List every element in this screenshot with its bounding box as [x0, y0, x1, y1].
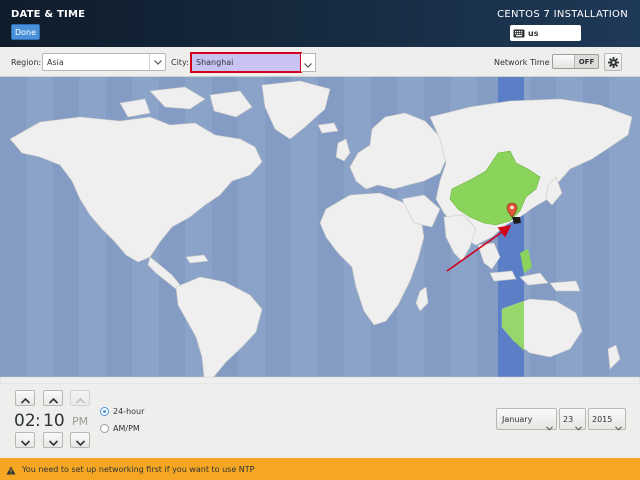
chevron-down-icon	[575, 416, 582, 435]
keyboard-layout-label: us	[528, 28, 539, 38]
chevron-down-icon	[48, 431, 58, 450]
warning-icon	[6, 460, 16, 479]
done-button[interactable]: Done	[11, 24, 40, 40]
chevron-up-icon	[75, 389, 85, 408]
timezone-map[interactable]	[0, 77, 640, 384]
keyboard-icon	[513, 29, 525, 38]
network-time-state: OFF	[578, 57, 595, 66]
header-bar: DATE & TIME Done CENTOS 7 INSTALLATION u…	[0, 0, 640, 47]
city-dropdown-button[interactable]	[301, 53, 316, 72]
warning-text: You need to set up networking first if y…	[22, 464, 255, 474]
year-combobox[interactable]: 2015	[588, 408, 626, 431]
chevron-up-icon	[20, 389, 30, 408]
city-value: Shanghai	[196, 58, 234, 67]
chevron-down-icon	[304, 53, 312, 72]
hours-value: 02	[14, 411, 36, 431]
city-label: City:	[171, 58, 189, 67]
region-value: Asia	[47, 58, 64, 67]
minutes-value: 10	[43, 411, 65, 431]
keyboard-layout-indicator[interactable]: us	[510, 25, 581, 41]
minute-up-button[interactable]	[43, 390, 63, 406]
chevron-down-icon	[20, 431, 30, 450]
ntp-settings-button[interactable]	[604, 53, 622, 71]
day-combobox[interactable]: 23	[559, 408, 586, 431]
region-label: Region:	[11, 58, 42, 67]
format-24h-label: 24-hour	[113, 407, 145, 416]
format-ampm-radio[interactable]	[100, 424, 109, 433]
day-value: 23	[563, 415, 574, 424]
warning-bar: You need to set up networking first if y…	[0, 458, 640, 480]
chevron-down-icon	[75, 431, 85, 450]
chevron-down-icon	[615, 416, 622, 435]
chevron-down-icon	[149, 54, 165, 70]
chevron-down-icon	[546, 416, 553, 435]
period-down-button[interactable]	[70, 432, 90, 448]
network-time-label: Network Time	[494, 58, 550, 67]
month-value: January	[502, 415, 533, 424]
chevron-up-icon	[48, 389, 58, 408]
format-ampm-label: AM/PM	[113, 424, 140, 433]
period-up-button[interactable]	[70, 390, 90, 406]
hour-up-button[interactable]	[15, 390, 35, 406]
format-24h-radio[interactable]	[100, 407, 109, 416]
region-combobox[interactable]: Asia	[42, 53, 166, 71]
page-title: DATE & TIME	[11, 9, 86, 20]
switch-knob	[553, 55, 575, 68]
minute-down-button[interactable]	[43, 432, 63, 448]
hour-down-button[interactable]	[15, 432, 35, 448]
world-map-graphic	[0, 77, 640, 384]
city-input[interactable]: Shanghai	[190, 52, 302, 73]
network-time-switch[interactable]: OFF	[552, 54, 599, 69]
gear-icon	[607, 53, 619, 72]
installation-title: CENTOS 7 INSTALLATION	[497, 9, 628, 20]
month-combobox[interactable]: January	[496, 408, 557, 431]
time-separator: :	[35, 411, 41, 431]
period-value: PM	[72, 415, 89, 428]
year-value: 2015	[592, 415, 613, 424]
